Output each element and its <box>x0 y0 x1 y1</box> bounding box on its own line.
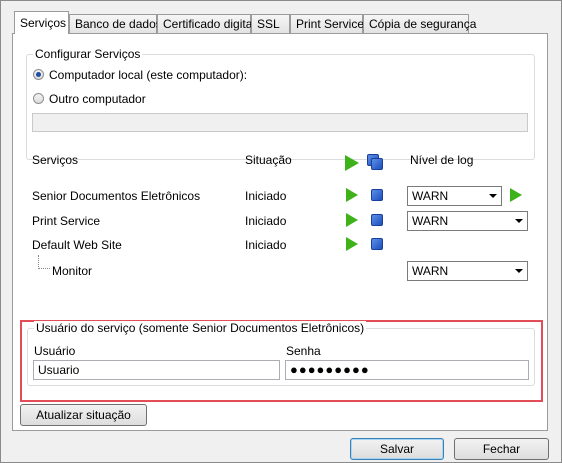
service-name-web: Default Web Site <box>32 238 122 252</box>
tree-connector <box>38 255 50 269</box>
local-computer-radio[interactable] <box>33 69 44 80</box>
tab-copia-de-seguranca[interactable]: Cópia de segurança <box>363 14 476 33</box>
start-senior-icon[interactable] <box>346 188 358 202</box>
other-computer-label: Outro computador <box>49 92 146 106</box>
start-all-icon[interactable] <box>345 155 359 171</box>
log-level-monitor-select[interactable]: WARN <box>407 261 528 281</box>
stop-web-icon[interactable] <box>371 238 383 250</box>
chevron-down-icon <box>515 219 523 223</box>
log-level-print-value: WARN <box>412 214 449 228</box>
tab-banco-de-dados[interactable]: Banco de dados <box>69 14 162 33</box>
close-button[interactable]: Fechar <box>454 438 549 460</box>
configure-services-title: Configurar Serviços <box>33 47 143 61</box>
start-web-icon[interactable] <box>346 237 358 251</box>
services-header: Serviços <box>32 153 79 167</box>
service-name-monitor: Monitor <box>52 264 93 278</box>
chevron-down-icon <box>515 269 523 273</box>
service-status-print: Iniciado <box>245 214 287 228</box>
user-label: Usuário <box>34 344 76 358</box>
tab-print-service[interactable]: Print Service <box>290 14 364 33</box>
local-computer-label: Computador local (este computador): <box>49 68 248 82</box>
tab-servicos[interactable]: Serviços <box>14 11 69 34</box>
user-input[interactable]: Usuario <box>33 360 280 380</box>
log-level-monitor-value: WARN <box>412 264 449 278</box>
log-level-header: Nível de log <box>410 153 474 167</box>
status-header: Situação <box>245 153 292 167</box>
service-status-senior: Iniciado <box>245 189 287 203</box>
apply-log-level-icon[interactable] <box>510 188 522 202</box>
computer-name-input[interactable] <box>32 113 528 132</box>
service-user-title: Usuário do serviço (somente Senior Docum… <box>34 321 367 335</box>
log-level-print-select[interactable]: WARN <box>407 211 528 231</box>
stop-all-icon[interactable] <box>367 154 384 171</box>
stop-senior-icon[interactable] <box>371 189 383 201</box>
service-name-senior: Senior Documentos Eletrônicos <box>32 189 201 203</box>
stop-print-icon[interactable] <box>371 214 383 226</box>
tab-certificado-digital[interactable]: Certificado digital <box>157 14 255 33</box>
password-label: Senha <box>286 344 321 358</box>
service-status-web: Iniciado <box>245 238 287 252</box>
start-print-icon[interactable] <box>346 213 358 227</box>
other-computer-radio[interactable] <box>33 93 44 104</box>
log-level-senior-select[interactable]: WARN <box>407 186 502 206</box>
chevron-down-icon <box>489 194 497 198</box>
password-input[interactable]: ●●●●●●●●● <box>285 360 529 380</box>
log-level-senior-value: WARN <box>412 189 449 203</box>
service-name-print: Print Service <box>32 214 101 228</box>
tab-ssl[interactable]: SSL <box>251 14 290 33</box>
radio-selected-dot <box>36 72 41 77</box>
refresh-status-button[interactable]: Atualizar situação <box>20 404 147 426</box>
tab-panel-servicos: Configurar Serviços Computador local (es… <box>12 33 548 431</box>
save-button[interactable]: Salvar <box>350 438 444 460</box>
